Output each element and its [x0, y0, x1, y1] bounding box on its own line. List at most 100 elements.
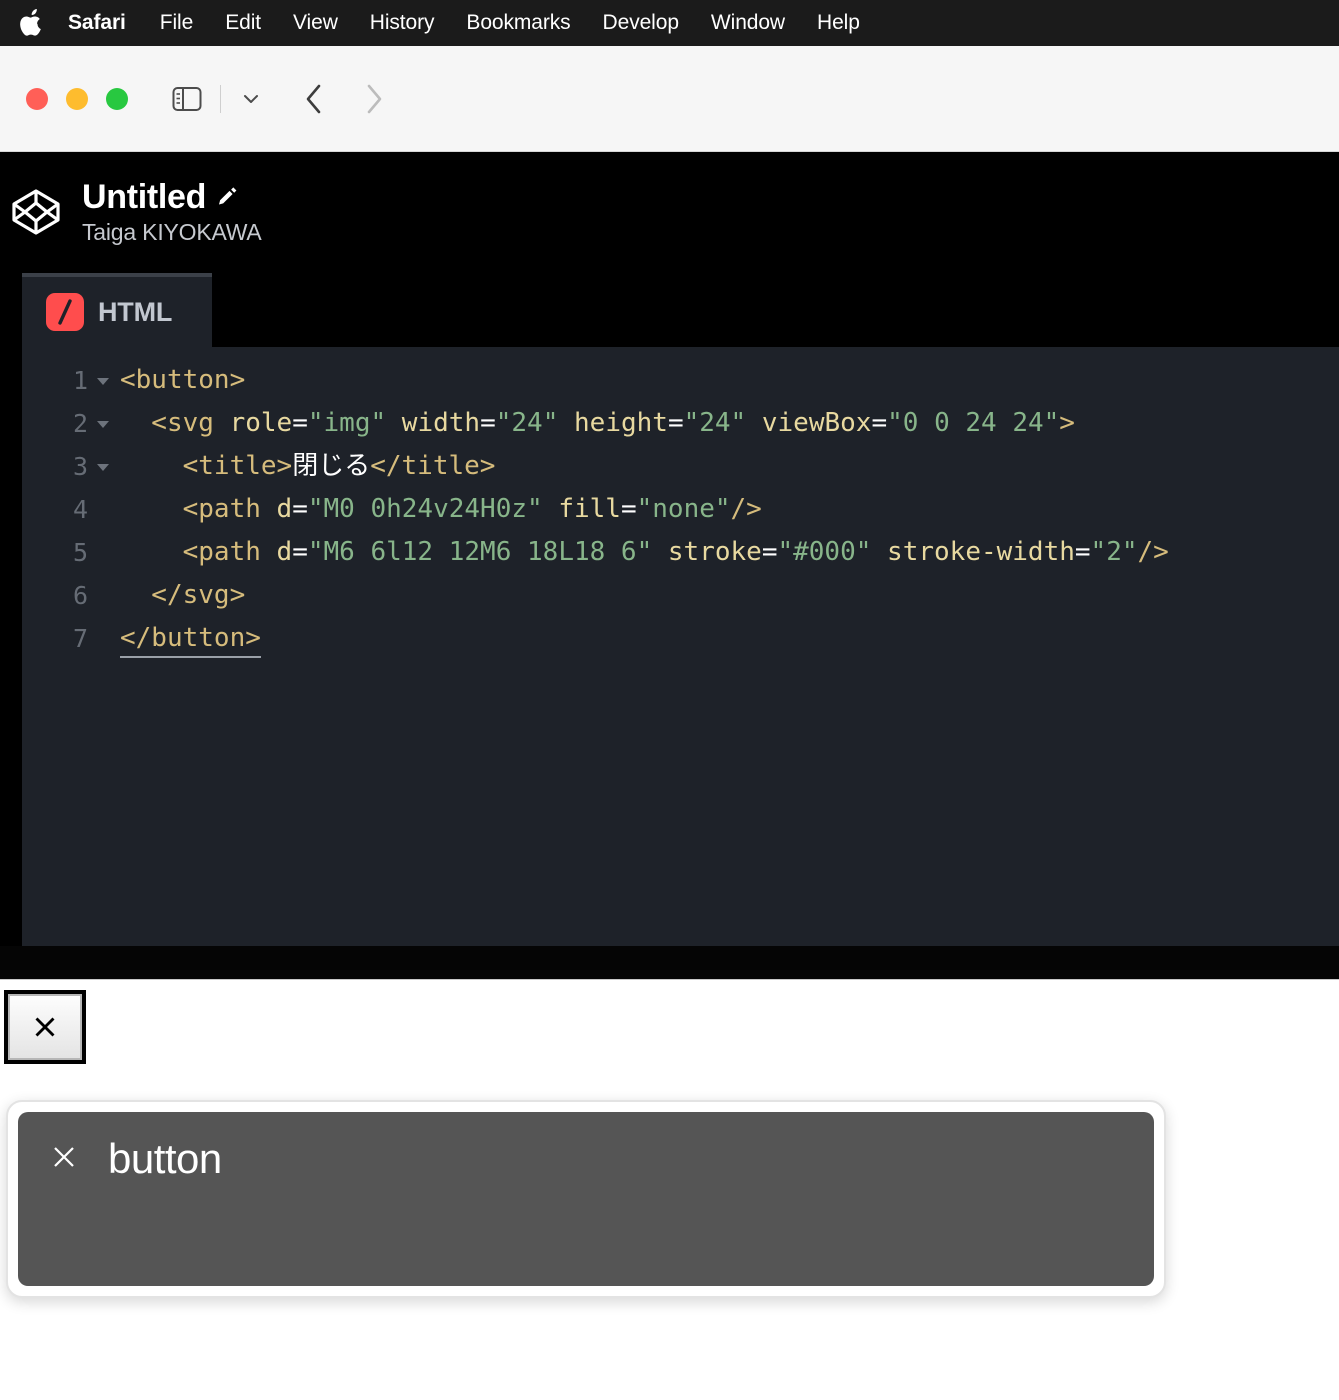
minimize-window-button[interactable]	[66, 87, 88, 110]
code-token-tag: </svg>	[120, 580, 246, 610]
code-token-tag: <svg	[120, 408, 230, 438]
close-x-icon	[46, 1136, 82, 1178]
fold-triangle-icon[interactable]	[94, 445, 112, 488]
code-token-val: "2"	[1090, 537, 1138, 567]
close-window-button[interactable]	[26, 87, 48, 110]
code-line[interactable]: </button>	[120, 617, 1339, 660]
code-line[interactable]: <button>	[120, 359, 1339, 402]
menu-item-file[interactable]: File	[144, 11, 209, 35]
chevron-down-icon[interactable]	[237, 85, 265, 113]
line-number: 7	[72, 624, 88, 653]
code-token-val: "M0 0h24v24H0z"	[307, 494, 543, 524]
pen-author: Taiga KIYOKAWA	[82, 218, 262, 245]
code-token-eq: =	[292, 408, 308, 438]
line-number: 4	[72, 495, 88, 524]
code-token-eq: =	[871, 408, 888, 438]
menu-item-edit[interactable]: Edit	[209, 11, 277, 35]
menu-item-develop[interactable]: Develop	[587, 11, 695, 35]
forward-button[interactable]	[359, 80, 389, 118]
code-token-eq: =	[480, 408, 496, 438]
code-token-attr: fill	[558, 494, 621, 524]
code-content[interactable]: <button> <svg role="img" width="24" heig…	[92, 347, 1339, 946]
code-token-val: "0 0 24 24"	[887, 408, 1060, 438]
code-line[interactable]: <svg role="img" width="24" height="24" v…	[120, 402, 1339, 445]
menu-item-view[interactable]: View	[277, 11, 354, 35]
voiceover-caption-inner: button	[18, 1112, 1154, 1286]
code-token-tag: </button>	[120, 623, 261, 653]
sidebar-toggle-icon[interactable]	[170, 82, 204, 116]
maximize-window-button[interactable]	[106, 87, 128, 110]
browser-toolbar	[0, 46, 1339, 152]
line-number: 3	[22, 445, 109, 488]
code-token-eq: =	[292, 494, 308, 524]
pencil-icon[interactable]	[216, 185, 240, 209]
code-editor-panel: HTML 1234567 <button> <svg role="img" wi…	[0, 271, 1339, 980]
code-token-attr: d	[276, 537, 293, 567]
menu-item-history[interactable]: History	[354, 11, 451, 35]
code-token-val: "#000"	[777, 537, 872, 567]
menu-item-window[interactable]: Window	[695, 11, 801, 35]
code-token-tag: </title>	[370, 451, 496, 481]
line-number: 1	[22, 359, 109, 402]
code-line[interactable]: <path d="M6 6l12 12M6 18L18 6" stroke="#…	[120, 531, 1339, 574]
code-token-tag: <button>	[120, 365, 246, 395]
code-token-attr: role	[229, 408, 293, 438]
fold-triangle-icon[interactable]	[94, 359, 112, 402]
tab-html[interactable]: HTML	[22, 273, 212, 347]
code-token-eq: =	[1074, 537, 1091, 567]
window-controls	[26, 87, 128, 110]
code-token-val: "M6 6l12 12M6 18L18 6"	[307, 537, 653, 567]
codepen-logo-icon[interactable]	[6, 182, 66, 242]
toolbar-left-group	[170, 82, 265, 116]
code-token-attr: stroke-width	[887, 537, 1075, 567]
menu-item-bookmarks[interactable]: Bookmarks	[450, 11, 586, 35]
pen-title-row: Untitled	[82, 178, 262, 217]
code-token-tag: <path	[120, 537, 277, 567]
code-token-val: "img"	[307, 408, 387, 438]
code-token-val: "24"	[683, 408, 747, 438]
code-text-area[interactable]: 1234567 <button> <svg role="img" width="…	[22, 347, 1339, 946]
code-token-eq: =	[667, 408, 684, 438]
navigation-buttons	[299, 80, 389, 118]
code-token-tag: >	[1059, 408, 1075, 438]
voiceover-caption-panel: button	[6, 1100, 1166, 1298]
back-button[interactable]	[299, 80, 329, 118]
code-token-attr: viewBox	[761, 408, 872, 438]
menu-item-safari[interactable]: Safari	[68, 11, 144, 35]
code-token-attr: stroke	[667, 537, 762, 567]
fold-triangle-icon[interactable]	[94, 402, 112, 445]
line-number: 6	[72, 581, 88, 610]
tab-html-label: HTML	[98, 296, 173, 327]
code-token-eq: =	[292, 537, 308, 567]
code-token-tag: <path	[120, 494, 277, 524]
code-token-eq: =	[620, 494, 637, 524]
editor-bottom-bar	[0, 946, 1339, 980]
macos-menu-bar: Safari File Edit View History Bookmarks …	[0, 0, 1339, 46]
html-slash-icon	[46, 293, 84, 331]
close-button-focus-ring	[4, 990, 86, 1064]
code-line[interactable]: </svg>	[120, 574, 1339, 617]
code-token-text: 閉じる	[292, 451, 371, 481]
page-title: Untitled	[82, 177, 207, 216]
code-line[interactable]: <title>閉じる</title>	[120, 445, 1339, 488]
pen-title-block: Untitled Taiga KIYOKAWA	[82, 178, 262, 246]
close-button[interactable]	[8, 994, 82, 1060]
code-token-tag: />	[730, 494, 762, 524]
code-token-eq: =	[761, 537, 778, 567]
menu-item-help[interactable]: Help	[801, 11, 876, 35]
code-token-tag: />	[1137, 537, 1169, 567]
code-line[interactable]: <path d="M0 0h24v24H0z" fill="none"/>	[120, 488, 1339, 531]
line-number-gutter: 123 4 5 6 7	[22, 347, 109, 946]
editor-tab-bar: HTML	[0, 271, 1339, 347]
apple-logo-icon[interactable]	[18, 8, 44, 38]
code-token-tag: <title>	[120, 451, 293, 481]
code-token-val: "24"	[495, 408, 559, 438]
code-token-attr: width	[401, 408, 481, 438]
codepen-header: Untitled Taiga KIYOKAWA	[0, 152, 1339, 271]
